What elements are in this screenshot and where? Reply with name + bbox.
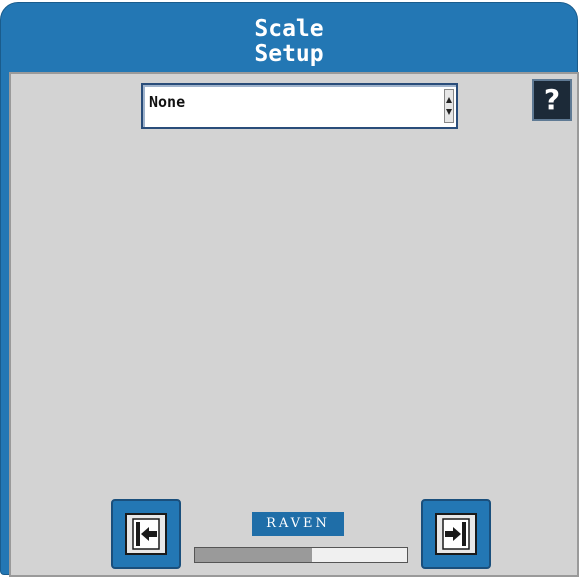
select-spinner-icon[interactable] xyxy=(444,89,454,123)
page-title: Scale Setup xyxy=(1,17,577,67)
progress-fill xyxy=(195,548,312,562)
progress-bar xyxy=(194,547,408,563)
next-page-frame xyxy=(435,513,477,555)
title-line-2: Setup xyxy=(254,41,324,67)
back-button[interactable] xyxy=(111,499,181,569)
back-page-frame xyxy=(125,513,167,555)
content-panel xyxy=(9,72,579,577)
help-button[interactable]: ? xyxy=(532,79,572,121)
scale-select[interactable]: None xyxy=(141,83,458,129)
next-arrow-icon xyxy=(442,518,470,550)
spinner-up-icon[interactable] xyxy=(446,97,452,103)
raven-logo: RAVEN xyxy=(252,512,344,536)
title-line-1: Scale xyxy=(254,16,324,42)
next-button[interactable] xyxy=(421,499,491,569)
spinner-down-icon[interactable] xyxy=(446,109,452,115)
back-arrow-icon xyxy=(132,518,160,550)
scale-select-value: None xyxy=(149,93,186,111)
